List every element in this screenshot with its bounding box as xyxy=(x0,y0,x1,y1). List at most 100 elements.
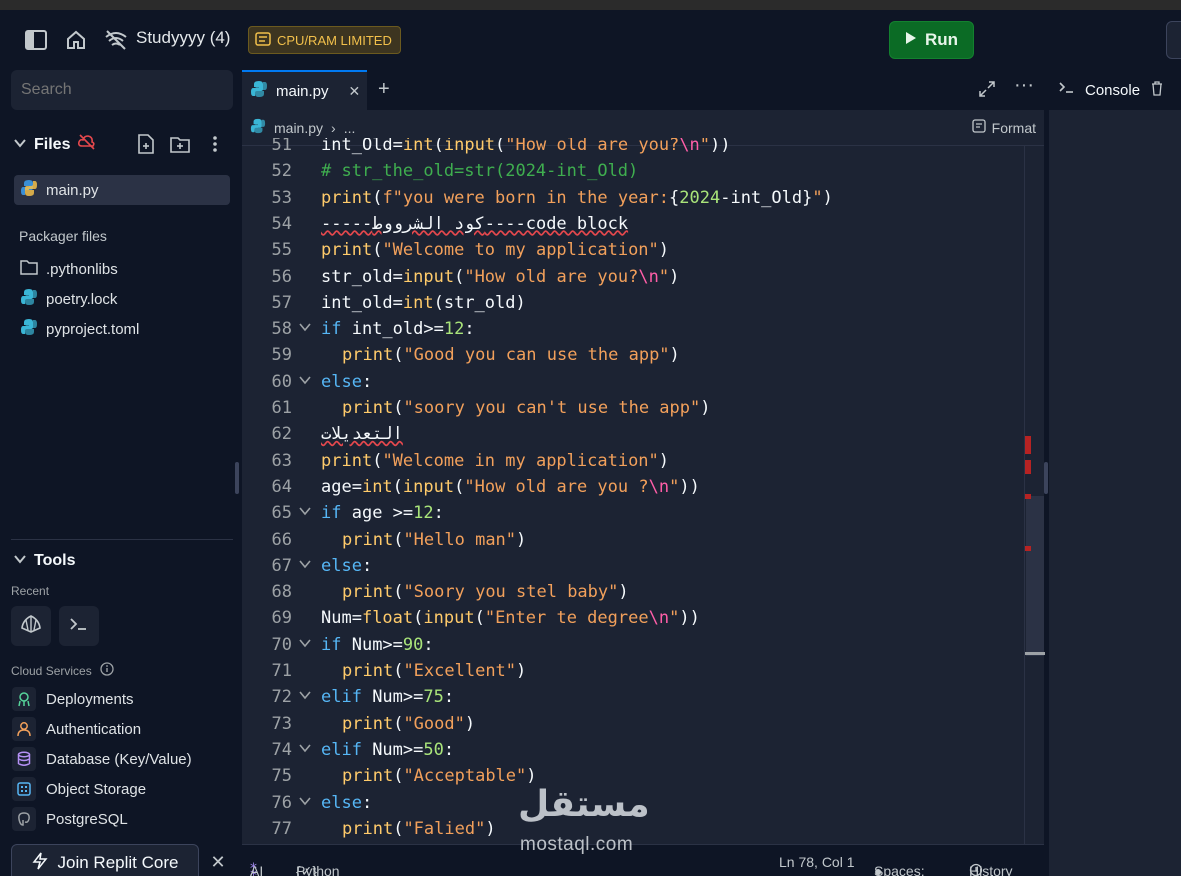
editor-scrollbar[interactable] xyxy=(1024,146,1045,844)
line-number: 67 xyxy=(271,555,292,576)
code-line[interactable]: 51 int_Old=int(input("How old are you?\n"… xyxy=(242,138,1024,158)
service-authentication[interactable]: Authentication xyxy=(12,717,141,741)
file-item-poetry-lock[interactable]: poetry.lock xyxy=(14,284,230,314)
line-number: 75 xyxy=(271,766,292,787)
line-number: 61 xyxy=(271,398,292,418)
code-line[interactable]: 67 else: xyxy=(242,553,1024,579)
new-folder-icon[interactable] xyxy=(168,132,192,156)
search-input[interactable] xyxy=(11,70,233,110)
close-icon[interactable]: ✕ xyxy=(349,83,361,100)
code-line[interactable]: 74 elif Num>=50: xyxy=(242,737,1024,763)
sidebar: Files main.py Packager files .pythonlibs… xyxy=(0,70,240,876)
line-number: 72 xyxy=(271,687,292,708)
tab-main-py[interactable]: main.py ✕ xyxy=(242,70,367,110)
recent-tool-packages[interactable] xyxy=(11,606,51,646)
code-line[interactable]: 73 print("Good") xyxy=(242,711,1024,737)
code-line[interactable]: 60 else: xyxy=(242,369,1024,395)
code-line[interactable]: 69 Num=float(input("Enter te degree\n")) xyxy=(242,605,1024,631)
info-icon[interactable] xyxy=(100,662,114,679)
cpu-icon xyxy=(255,31,271,50)
code-line[interactable]: 52 # str_the_old=str(2024-int_Old) xyxy=(242,158,1024,184)
code-line[interactable]: 66 print("Hello man") xyxy=(242,527,1024,553)
code-line[interactable]: 59 print("Good you can use the app") xyxy=(242,342,1024,368)
language-label: Python xyxy=(296,863,340,876)
code-text: print("Welcome to my application") xyxy=(321,240,670,261)
lightning-icon xyxy=(31,852,48,875)
deployments-icon xyxy=(12,687,36,711)
code-text: else: xyxy=(321,371,373,392)
code-line[interactable]: 72 elif Num>=75: xyxy=(242,684,1024,710)
file-item-pyproject-toml[interactable]: pyproject.toml xyxy=(14,314,230,344)
code-line[interactable]: 55 print("Welcome to my application") xyxy=(242,237,1024,263)
files-section-header[interactable]: Files xyxy=(14,134,96,155)
code-text: print("Excellent") xyxy=(342,661,527,681)
code-line[interactable]: 63 print("Welcome in my application") xyxy=(242,448,1024,474)
service-database[interactable]: Database (Key/Value) xyxy=(12,747,192,771)
code-text: print("Soory you stel baby") xyxy=(342,582,629,603)
tools-section-header[interactable]: Tools xyxy=(14,552,75,570)
more-options-icon[interactable] xyxy=(203,132,227,156)
service-deployments[interactable]: Deployments xyxy=(12,687,134,711)
close-icon[interactable]: ✕ xyxy=(208,852,228,872)
file-name: .pythonlibs xyxy=(46,260,118,278)
join-replit-core-button[interactable]: Join Replit Core xyxy=(11,844,199,876)
trash-icon[interactable] xyxy=(1150,80,1164,100)
code-line[interactable]: 53 print(f"you were born in the year:{202… xyxy=(242,185,1024,211)
fold-chevron-icon[interactable] xyxy=(298,369,312,395)
resource-limit-badge[interactable]: CPU/RAM LIMITED xyxy=(248,26,401,54)
fold-chevron-icon[interactable] xyxy=(298,553,312,579)
cloud-services-label: Cloud Services xyxy=(11,663,92,678)
new-file-icon[interactable] xyxy=(134,132,158,156)
chevron-down-icon xyxy=(14,552,26,570)
code-line[interactable]: 64 age=int(input("How old are you ?\n")) xyxy=(242,474,1024,500)
breadcrumb-file[interactable]: main.py xyxy=(274,120,323,136)
repl-title[interactable]: Studyyyy (4) xyxy=(136,28,230,48)
code-line[interactable]: 70 if Num>=90: xyxy=(242,632,1024,658)
shell-package-icon xyxy=(20,614,42,639)
sidebar-toggle-icon[interactable] xyxy=(24,28,48,52)
tab-console[interactable]: Console xyxy=(1049,70,1181,110)
format-label: Format xyxy=(991,119,1036,136)
resize-handle[interactable] xyxy=(1044,462,1048,494)
format-button[interactable]: Format xyxy=(972,119,1036,136)
scrollbar-thumb[interactable] xyxy=(1026,496,1044,656)
expand-icon[interactable] xyxy=(978,80,996,103)
code-text: age=int(input("How old are you ?\n")) xyxy=(321,476,700,497)
fold-chevron-icon[interactable] xyxy=(298,737,312,763)
code-line[interactable]: 62 التعديلات xyxy=(242,421,1024,447)
code-area[interactable]: 51 int_Old=int(input("How old are you?\n"… xyxy=(242,138,1024,844)
recent-tool-shell[interactable] xyxy=(59,606,99,646)
code-line[interactable]: 65 if age >=12: xyxy=(242,500,1024,526)
watermark-arabic: مستقل xyxy=(518,784,650,825)
service-postgresql[interactable]: PostgreSQL xyxy=(12,807,128,831)
code-line[interactable]: 54 -----كود الشرووط----code block xyxy=(242,211,1024,237)
file-item-main-py[interactable]: main.py xyxy=(14,175,230,205)
fold-chevron-icon[interactable] xyxy=(298,632,312,658)
line-number: 51 xyxy=(271,138,292,155)
code-line[interactable]: 68 print("Soory you stel baby") xyxy=(242,579,1024,605)
resize-handle[interactable] xyxy=(235,462,239,494)
terminal-icon xyxy=(69,616,89,637)
fold-chevron-icon[interactable] xyxy=(298,316,312,342)
storage-icon xyxy=(12,777,36,801)
topbar-right-button[interactable] xyxy=(1166,21,1181,59)
home-icon[interactable] xyxy=(64,28,88,52)
editor-pane: main.py ✕ + ··· main.py › ... Format 51 i… xyxy=(242,70,1045,876)
code-line[interactable]: 61 print("soory you can't use the app") xyxy=(242,395,1024,421)
breadcrumb-more[interactable]: ... xyxy=(344,120,356,136)
more-options-icon[interactable]: ··· xyxy=(1014,74,1034,97)
fold-chevron-icon[interactable] xyxy=(298,500,312,526)
file-item-pythonlibs[interactable]: .pythonlibs xyxy=(14,254,230,284)
code-line[interactable]: 58 if int_old>=12: xyxy=(242,316,1024,342)
line-number: 58 xyxy=(271,319,292,340)
add-tab-icon[interactable]: + xyxy=(378,78,390,101)
fold-chevron-icon[interactable] xyxy=(298,790,312,816)
code-line[interactable]: 71 print("Excellent") xyxy=(242,658,1024,684)
fold-chevron-icon[interactable] xyxy=(298,684,312,710)
cursor-position[interactable]: Ln 78, Col 1 xyxy=(779,854,855,870)
code-line[interactable]: 57 int_old=int(str_old) xyxy=(242,290,1024,316)
run-button[interactable]: Run xyxy=(889,21,974,59)
service-object-storage[interactable]: Object Storage xyxy=(12,777,146,801)
service-label: Database (Key/Value) xyxy=(46,750,192,768)
code-line[interactable]: 56 str_old=input("How old are you?\n") xyxy=(242,264,1024,290)
